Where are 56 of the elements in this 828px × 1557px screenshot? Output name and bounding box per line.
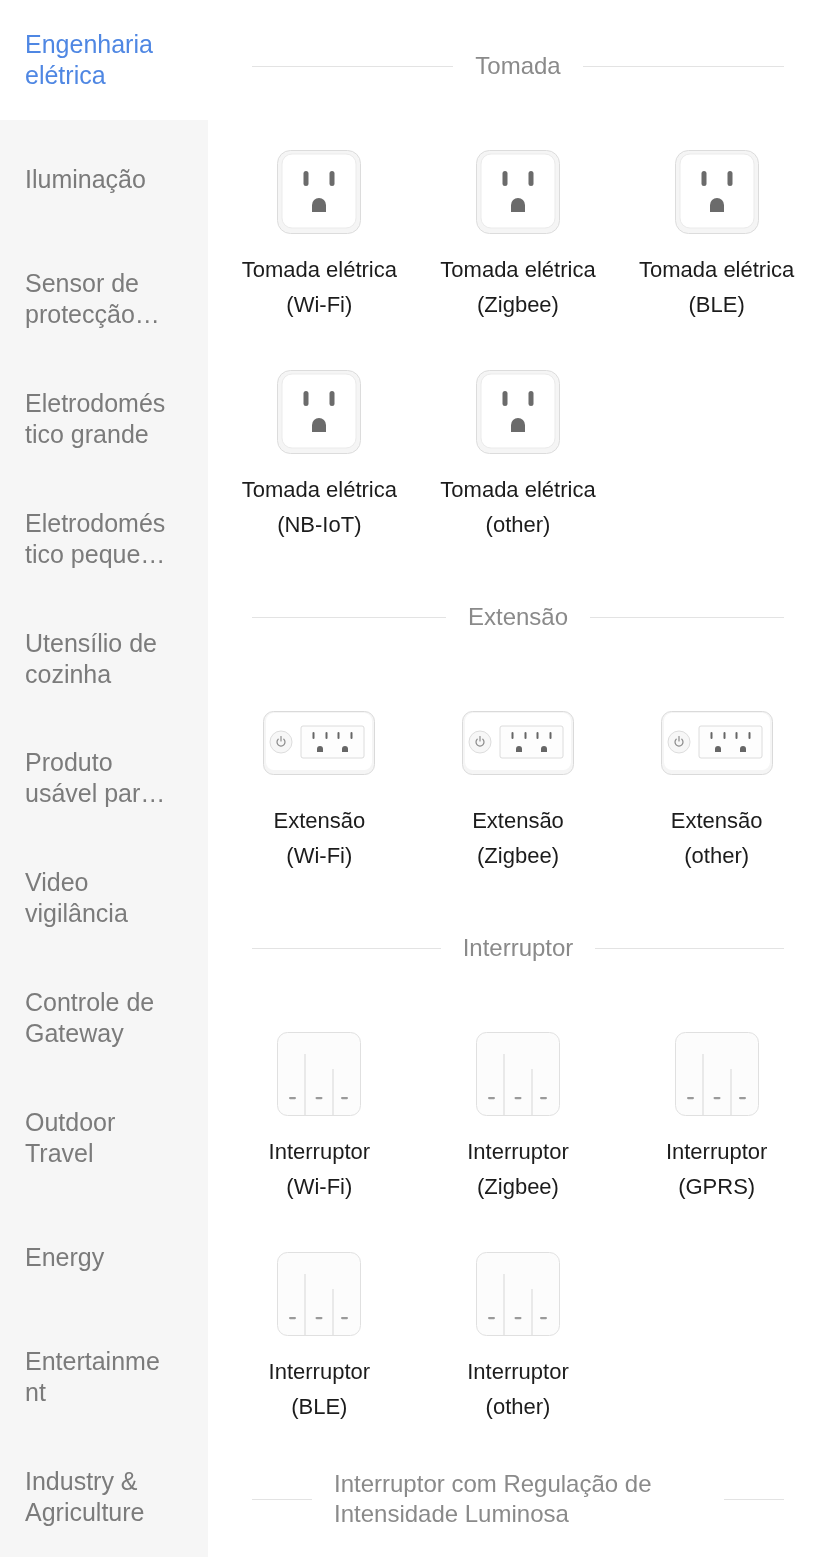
sidebar-item[interactable]: Industry & Agriculture: [0, 1437, 208, 1557]
sidebar-item[interactable]: Sensor de protecção…: [0, 239, 208, 360]
sidebar-item[interactable]: Produto usável par…: [0, 718, 208, 839]
product-variant: (other): [485, 1393, 551, 1421]
product-name: Tomada elétrica: [241, 256, 397, 284]
wall-switch-icon[interactable]: [674, 1032, 759, 1116]
power-strip-icon[interactable]: [660, 711, 773, 775]
product-name: Interruptor: [268, 1138, 371, 1166]
product-variant: (Wi-Fi): [286, 291, 353, 319]
section-title: Interruptor com Regulação de Intensidade Luminosa: [333, 1469, 653, 1529]
product-variant: (other): [684, 842, 750, 870]
sidebar-item[interactable]: Iluminação: [0, 119, 208, 240]
wall-switch-icon[interactable]: [277, 1252, 362, 1336]
sidebar-item[interactable]: Eletrodoméstico peque…: [0, 479, 208, 599]
product-name: Tomada elétrica: [440, 476, 596, 504]
section-title: Interruptor: [461, 933, 575, 963]
wall-outlet-icon[interactable]: [277, 370, 362, 454]
product-name: Extensão: [670, 807, 763, 835]
wall-switch-icon[interactable]: [277, 1032, 362, 1116]
section-title: Tomada: [474, 51, 562, 81]
product-variant: (Wi-Fi): [286, 1173, 353, 1201]
power-strip-icon[interactable]: [462, 711, 574, 775]
wall-outlet-icon[interactable]: [674, 150, 759, 234]
wall-outlet-icon[interactable]: [277, 150, 362, 234]
wall-outlet-icon[interactable]: [476, 150, 560, 234]
product-variant: (Wi-Fi): [286, 842, 353, 870]
product-name: Interruptor: [268, 1358, 371, 1386]
product-variant: (Zigbee): [477, 291, 559, 319]
product-name: Extensão: [472, 807, 564, 835]
power-strip-icon[interactable]: [263, 711, 376, 775]
product-variant: (NB-IoT): [277, 511, 362, 539]
sidebar-item[interactable]: Engenharia elétrica: [0, 0, 208, 120]
sidebar-item[interactable]: Video vigilância: [0, 838, 208, 959]
sidebar-item[interactable]: Energy: [0, 1197, 208, 1318]
product-variant: (GPRS): [678, 1173, 756, 1201]
product-variant: (Zigbee): [477, 1173, 559, 1201]
wall-switch-icon[interactable]: [476, 1252, 560, 1336]
sidebar-item[interactable]: Utensílio de cozinha: [0, 598, 208, 719]
sidebar-item[interactable]: Eletrodoméstico grande: [0, 359, 208, 480]
product-variant: (other): [485, 511, 551, 539]
product-name: Tomada elétrica: [639, 256, 795, 284]
section-title: Extensão: [466, 602, 570, 632]
sidebar-item[interactable]: Entertainment: [0, 1317, 208, 1438]
sidebar-item[interactable]: Controle de Gateway: [0, 958, 208, 1078]
product-name: Interruptor: [665, 1138, 768, 1166]
product-name: Extensão: [273, 807, 366, 835]
product-name: Tomada elétrica: [241, 476, 397, 504]
product-variant: (BLE): [291, 1393, 348, 1421]
product-variant: (BLE): [688, 291, 745, 319]
wall-switch-icon[interactable]: [476, 1032, 560, 1116]
product-name: Tomada elétrica: [440, 256, 596, 284]
product-name: Interruptor: [467, 1358, 569, 1386]
sidebar-item[interactable]: Outdoor Travel: [0, 1077, 208, 1198]
product-name: Interruptor: [467, 1138, 569, 1166]
wall-outlet-icon[interactable]: [476, 370, 560, 454]
product-variant: (Zigbee): [477, 842, 559, 870]
